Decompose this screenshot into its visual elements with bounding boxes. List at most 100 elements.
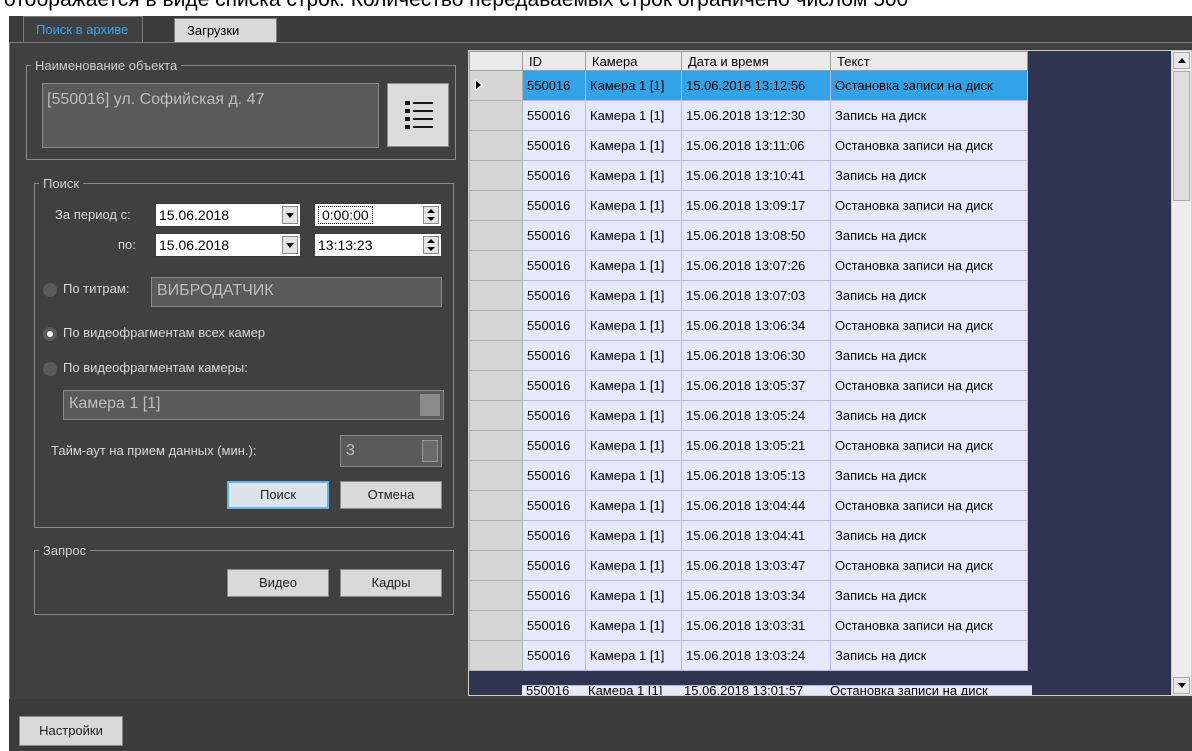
radio-titles-label[interactable]: По титрам: (63, 281, 129, 296)
row-indicator[interactable] (469, 220, 523, 251)
cell-datetime[interactable]: 15.06.2018 13:05:24 (681, 400, 831, 431)
cell-text[interactable]: Остановка записи на диск (830, 430, 1028, 461)
cell-text[interactable]: Запись на диск (830, 640, 1028, 671)
date-to-dropdown-icon[interactable] (282, 236, 298, 254)
cell-text[interactable]: Запись на диск (830, 580, 1028, 611)
timeout-dropdown-icon[interactable] (422, 440, 438, 462)
cell-camera[interactable]: Камера 1 [1] (585, 430, 682, 461)
row-indicator[interactable] (469, 490, 523, 521)
cell-text[interactable]: Запись на диск (830, 100, 1028, 131)
radio-all-cameras-label[interactable]: По видеофрагментам всех камер (63, 325, 265, 340)
tab-archive-search[interactable]: Поиск в архиве (23, 16, 143, 42)
cell-camera[interactable]: Камера 1 [1] (585, 100, 682, 131)
object-name-field[interactable]: [550016] ул. Софийская д. 47 (42, 83, 379, 148)
time-to-field[interactable]: 13:13:23 (314, 233, 442, 257)
cell-datetime[interactable]: 15.06.2018 13:12:30 (681, 100, 831, 131)
cell-datetime[interactable]: 15.06.2018 13:07:03 (681, 280, 831, 311)
cell-text[interactable]: Остановка записи на диск (830, 190, 1028, 221)
cell-camera[interactable]: Камера 1 [1] (585, 580, 682, 611)
time-from-spinner-icon[interactable] (423, 206, 439, 224)
row-indicator[interactable] (469, 160, 523, 191)
cell-camera[interactable]: Камера 1 [1] (585, 130, 682, 161)
table-row[interactable]: 550016 Камера 1 [1] 15.06.2018 13:06:30 Зап… (469, 340, 1028, 371)
radio-titles[interactable] (43, 283, 57, 297)
col-header-datetime[interactable]: Дата и время (681, 51, 831, 71)
cell-datetime[interactable]: 15.06.2018 13:06:34 (681, 310, 831, 341)
col-header-text[interactable]: Текст (830, 51, 1028, 71)
cell-camera[interactable]: Камера 1 [1] (585, 610, 682, 641)
cell-camera[interactable]: Камера 1 [1] (585, 520, 682, 551)
table-row[interactable]: 550016 Камера 1 [1] 15.06.2018 13:04:41 Зап… (469, 520, 1028, 551)
cell-datetime[interactable]: 15.06.2018 13:07:26 (681, 250, 831, 281)
camera-select[interactable]: Камера 1 [1] (63, 390, 444, 420)
cell-camera[interactable]: Камера 1 [1] (585, 460, 682, 491)
cell-id[interactable]: 550016 (522, 220, 586, 251)
cell-camera[interactable]: Камера 1 [1] (585, 160, 682, 191)
cell-datetime[interactable]: 15.06.2018 13:05:37 (681, 370, 831, 401)
cell-camera[interactable]: Камера 1 [1] (585, 70, 682, 101)
table-row[interactable]: 550016 Камера 1 [1] 15.06.2018 13:12:30 Зап… (469, 100, 1028, 131)
cell-id[interactable]: 550016 (522, 550, 586, 581)
cell-text[interactable]: Остановка записи на диск (830, 550, 1028, 581)
timeout-select[interactable]: 3 (340, 435, 442, 467)
cell-camera[interactable]: Камера 1 [1] (585, 340, 682, 371)
cell-id[interactable]: 550016 (522, 280, 586, 311)
cell-text[interactable]: Запись на диск (830, 160, 1028, 191)
table-row[interactable]: 550016 Камера 1 [1] 15.06.2018 13:12:56 Ост… (469, 70, 1028, 101)
cell-id[interactable]: 550016 (522, 190, 586, 221)
cell-id[interactable]: 550016 (522, 640, 586, 671)
row-indicator[interactable] (469, 310, 523, 341)
cell-text[interactable]: Запись на диск (830, 340, 1028, 371)
cell-text[interactable]: Запись на диск (830, 280, 1028, 311)
row-indicator[interactable] (469, 460, 523, 491)
cell-datetime[interactable]: 15.06.2018 13:04:44 (681, 490, 831, 521)
table-row[interactable]: 550016 Камера 1 [1] 15.06.2018 13:05:37 Ост… (469, 370, 1028, 401)
cell-id[interactable]: 550016 (522, 430, 586, 461)
cell-datetime[interactable]: 15.06.2018 13:08:50 (681, 220, 831, 251)
cell-datetime[interactable]: 15.06.2018 13:03:34 (681, 580, 831, 611)
col-header-camera[interactable]: Камера (585, 51, 682, 71)
table-row[interactable]: 550016 Камера 1 [1] 15.06.2018 13:06:34 Ост… (469, 310, 1028, 341)
col-header-id[interactable]: ID (522, 51, 586, 71)
row-indicator[interactable] (469, 70, 523, 101)
cell-datetime[interactable]: 15.06.2018 13:05:21 (681, 430, 831, 461)
search-button[interactable]: Поиск (227, 481, 329, 509)
row-indicator[interactable] (469, 580, 523, 611)
cell-id[interactable]: 550016 (522, 490, 586, 521)
cell-id[interactable]: 550016 (522, 610, 586, 641)
cell-camera[interactable]: Камера 1 [1] (585, 640, 682, 671)
cell-text[interactable]: Остановка записи на диск (830, 70, 1028, 101)
cell-datetime[interactable]: 15.06.2018 13:06:30 (681, 340, 831, 371)
cell-text[interactable]: Остановка записи на диск (830, 610, 1028, 641)
cell-camera[interactable]: Камера 1 [1] (585, 400, 682, 431)
cell-text[interactable]: Остановка записи на диск (830, 250, 1028, 281)
cell-id[interactable]: 550016 (522, 340, 586, 371)
date-from-dropdown-icon[interactable] (282, 206, 298, 224)
cell-datetime[interactable]: 15.06.2018 13:03:47 (681, 550, 831, 581)
row-indicator[interactable] (469, 370, 523, 401)
object-list-button[interactable] (387, 83, 449, 147)
row-indicator[interactable] (469, 520, 523, 551)
table-row[interactable]: 550016 Камера 1 [1] 15.06.2018 13:08:50 Зап… (469, 220, 1028, 251)
cell-text[interactable]: Остановка записи на диск (830, 130, 1028, 161)
grid-scrollbar[interactable] (1171, 51, 1191, 695)
cell-text[interactable]: Остановка записи на диск (830, 310, 1028, 341)
row-indicator[interactable] (469, 400, 523, 431)
scroll-up-icon[interactable] (1173, 52, 1190, 69)
table-row[interactable]: 550016 Камера 1 [1] 15.06.2018 13:05:24 Зап… (469, 400, 1028, 431)
cell-datetime[interactable]: 15.06.2018 13:04:41 (681, 520, 831, 551)
table-row[interactable]: 550016 Камера 1 [1] 15.06.2018 13:03:24 Зап… (469, 640, 1028, 671)
cell-id[interactable]: 550016 (522, 100, 586, 131)
row-indicator[interactable] (469, 550, 523, 581)
table-row[interactable]: 550016 Камера 1 [1] 15.06.2018 13:07:26 Ост… (469, 250, 1028, 281)
radio-all-cameras[interactable] (43, 327, 57, 341)
date-to-field[interactable]: 15.06.2018 (155, 233, 301, 257)
titles-field[interactable]: ВИБРОДАТЧИК (151, 277, 442, 307)
row-indicator[interactable] (469, 430, 523, 461)
row-indicator[interactable] (469, 130, 523, 161)
frames-button[interactable]: Кадры (340, 569, 442, 597)
table-row[interactable]: 550016 Камера 1 [1] 15.06.2018 13:11:06 Ост… (469, 130, 1028, 161)
row-indicator[interactable] (469, 640, 523, 671)
video-button[interactable]: Видео (227, 569, 329, 597)
scroll-down-icon[interactable] (1173, 677, 1190, 694)
